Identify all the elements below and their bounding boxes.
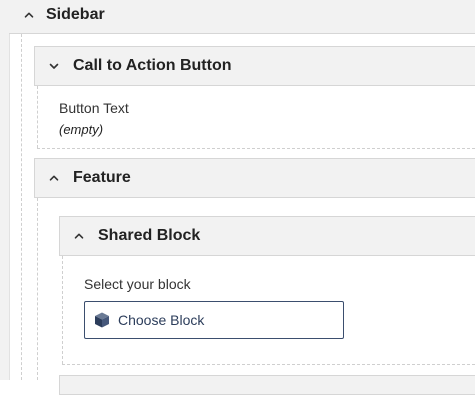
feature-indent-guide xyxy=(37,198,38,380)
sidebar-title: Sidebar xyxy=(46,5,105,23)
feature-panel-title: Feature xyxy=(73,169,131,186)
button-text-label: Button Text xyxy=(59,100,129,116)
chevron-down-icon xyxy=(47,59,61,73)
button-text-value: (empty) xyxy=(59,122,104,137)
cube-icon xyxy=(93,311,111,329)
sidebar-indent-guide xyxy=(21,34,22,380)
shared-block-indent-guide xyxy=(62,256,63,364)
left-rail xyxy=(0,0,10,380)
shared-block-header[interactable]: Shared Block xyxy=(59,216,475,256)
cta-indent-guide xyxy=(37,86,38,148)
feature-panel-header[interactable]: Feature xyxy=(34,158,475,198)
shared-block-divider xyxy=(62,364,475,365)
chevron-up-icon xyxy=(72,229,86,243)
sidebar-header[interactable]: Sidebar xyxy=(9,0,475,34)
choose-block-button[interactable]: Choose Block xyxy=(84,301,344,339)
shared-block-title: Shared Block xyxy=(98,227,201,244)
next-panel-header[interactable] xyxy=(59,375,475,395)
select-block-label: Select your block xyxy=(84,276,191,292)
cta-panel-header[interactable]: Call to Action Button xyxy=(34,46,475,86)
cta-divider xyxy=(37,148,475,149)
choose-block-label: Choose Block xyxy=(118,312,205,328)
chevron-up-icon xyxy=(22,8,36,22)
chevron-up-icon xyxy=(47,171,61,185)
cta-panel-title: Call to Action Button xyxy=(73,57,232,74)
